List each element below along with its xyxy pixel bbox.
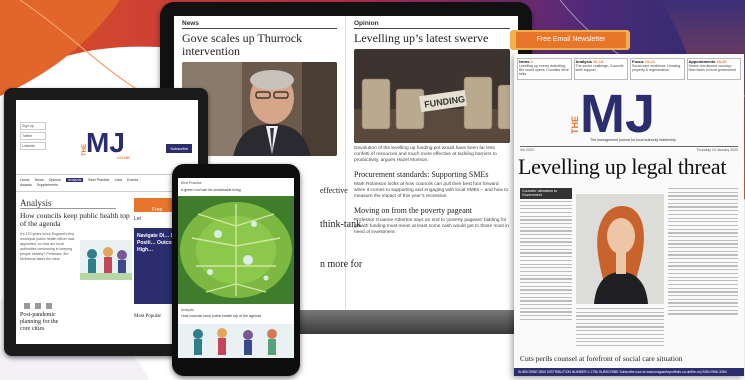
contents-box-appointments: Appointments 28-30 Sector recruitment rou… <box>686 58 741 80</box>
contents-box-news: News 4 Levelling up money dwindling; Bid … <box>517 58 572 80</box>
phone-headline[interactable]: A green roof can be sustainable living <box>181 188 287 192</box>
svg-text:MJ: MJ <box>580 88 655 136</box>
opinion-standfirst: Devolution of the levelling up funding p… <box>354 146 497 163</box>
tablet-signup-link[interactable]: Sign up <box>20 122 46 130</box>
tablet-section-title: Analysis <box>20 198 116 209</box>
news-snippet-2: think-tank <box>320 219 362 230</box>
nav-best-practice[interactable]: Best Practice <box>88 178 109 182</box>
cover-headline: Levelling up legal threat <box>518 154 727 179</box>
tablet-twitter-link[interactable]: Twitter <box>20 132 46 140</box>
nav-events[interactable]: Events <box>127 178 138 182</box>
tablet-main-nav: Home News Opinion Analysis Best Practice… <box>16 174 198 192</box>
cover-left-column: Councils' ultimatum to Government <box>520 188 572 348</box>
contents-box-analysis: Analysis 10-13 The sector challenge; Coun… <box>573 58 628 80</box>
nav-analysis[interactable]: Analysis <box>65 178 84 182</box>
article-link-procurement[interactable]: Procurement standards: Supporting SMEs <box>354 170 510 179</box>
coins-photo[interactable]: FUNDING <box>354 49 510 143</box>
phone-kicker-2: Analysis <box>181 308 195 312</box>
cover-tagline: The management journal for local authori… <box>590 138 676 142</box>
tablet-share-icons <box>24 296 64 309</box>
nav-opinion[interactable]: Opinion <box>49 178 61 182</box>
cover-mid-column <box>576 308 664 348</box>
tablet-screen: Sign up Twitter LinkedIn THE MJ .CO.UK S… <box>16 100 198 344</box>
news-headline[interactable]: Gove scales up Thurrock intervention <box>182 32 337 58</box>
svg-text:.CO.UK: .CO.UK <box>116 155 130 160</box>
tablet-rail-lead: Let <box>134 216 141 222</box>
phone-headline-2[interactable]: How councils keep public health top of t… <box>181 314 291 318</box>
phone-kicker: Best Practice <box>181 181 202 185</box>
article-link-poverty[interactable]: Moving on from the poverty pageant <box>354 206 510 215</box>
nav-news[interactable]: News <box>35 178 44 182</box>
tablet-secondary-headline[interactable]: Post-pandemic planning for the core citi… <box>20 312 66 333</box>
email-icon[interactable] <box>46 303 52 309</box>
facebook-icon[interactable] <box>24 303 30 309</box>
twitter-icon[interactable] <box>35 303 41 309</box>
article-standfirst-procurement: Mark Robinson looks at how councils can … <box>354 182 509 199</box>
cover-dateline: Vol 2023 Thursday 19 January 2023 <box>520 148 738 152</box>
phone-illustration[interactable] <box>178 324 294 358</box>
tablet-linkedin-link[interactable]: LinkedIn <box>20 142 46 150</box>
tablet-subscribe-button[interactable]: Subscribe <box>166 144 192 153</box>
svg-text:MJ: MJ <box>86 127 125 158</box>
tablet-lead-standfirst: It’s 170 years since England’s first mun… <box>20 232 75 261</box>
contents-box-focus: Focus 15-22 Social care workforce; Housin… <box>630 58 685 80</box>
tablet-social-links: Sign up Twitter LinkedIn <box>20 122 46 152</box>
nav-supplements[interactable]: Supplements <box>37 183 58 187</box>
article-standfirst-poverty: Professor Graeme Atherton says an end to… <box>354 218 509 235</box>
cover-photo <box>576 194 664 304</box>
tablet-mj-logo[interactable]: THE MJ .CO.UK <box>78 126 148 165</box>
print-edition: News 4 Levelling up money dwindling; Bid … <box>514 54 744 376</box>
cover-footer: SUBSCRIBE 0800 DISTRIBUTION NUMBER 0 175… <box>514 368 744 376</box>
the-mj-logo: THE MJ <box>566 84 696 144</box>
tablet-lead-illustration[interactable] <box>80 240 132 280</box>
nav-jobs[interactable]: Jobs <box>115 178 123 182</box>
news-snippet-3: n more for <box>320 259 363 270</box>
news-section-label: News <box>182 20 337 29</box>
nav-home[interactable]: Home <box>20 178 30 182</box>
free-email-newsletter-button[interactable]: Free Email Newsletter <box>516 32 626 48</box>
opinion-column: Opinion Levelling up’s latest swerve FUN… <box>346 16 518 312</box>
phone-screen: Best Practice A green roof can be sustai… <box>178 178 294 358</box>
cover-right-column <box>668 188 738 348</box>
cover-secondary-headline: Cuts perils counsel at forefront of soci… <box>520 354 683 363</box>
tablet-most-popular: Most Popular <box>134 314 162 319</box>
cover-contents-bar: News 4 Levelling up money dwindling; Bid … <box>514 58 744 80</box>
opinion-headline[interactable]: Levelling up’s latest swerve <box>354 32 510 45</box>
cover-rule <box>520 146 738 147</box>
phone: Best Practice A green roof can be sustai… <box>172 164 300 376</box>
nav-awards[interactable]: Awards <box>20 183 32 187</box>
svg-text:THE: THE <box>570 116 580 134</box>
news-snippet-1: effective <box>320 186 348 195</box>
cover-left-column-title: Councils' ultimatum to Government <box>520 188 572 199</box>
tablet-lead-headline[interactable]: How councils keep public health top of t… <box>20 212 130 228</box>
opinion-section-label: Opinion <box>354 20 510 29</box>
phone-leaf-photo[interactable] <box>178 196 294 304</box>
